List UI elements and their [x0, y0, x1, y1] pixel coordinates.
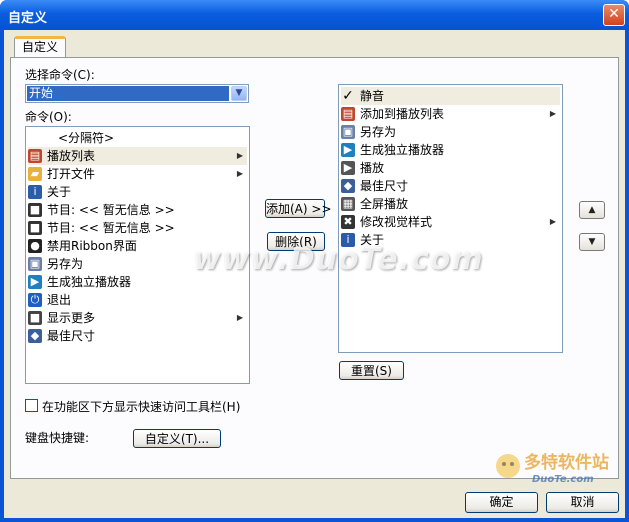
cancel-button[interactable]: 取消 — [546, 492, 619, 513]
list-item-label: 生成独立播放器 — [360, 143, 445, 157]
submenu-arrow-icon: ▶ — [236, 151, 243, 160]
tab-panel: 选择命令(C): 开始 ▼ 命令(O): <分隔符> ▤ 播放列表 ▶ ▰ 打开文件 ▶ i 关… — [10, 57, 619, 479]
show-below-ribbon-checkbox[interactable] — [25, 399, 38, 412]
list-item-label: 另存为 — [47, 257, 84, 271]
move-up-button[interactable]: ▲ — [579, 201, 605, 219]
chevron-down-icon[interactable]: ▼ — [231, 86, 247, 101]
list-item[interactable]: ■ 显示更多 ▶ — [28, 309, 247, 327]
choose-command-label: 选择命令(C): — [25, 68, 95, 82]
list-item[interactable]: ■ 节目: << 暂无信息 >> — [28, 219, 247, 237]
keyboard-customize-button[interactable]: 自定义(T)... — [133, 429, 221, 448]
list-item-label: 静音 — [360, 89, 385, 103]
duote-logo-text: 多特软件站 — [524, 453, 609, 473]
commands-label: 命令(O): — [25, 110, 72, 124]
save-icon: ▣ — [28, 257, 42, 271]
folder-icon: ▰ — [28, 167, 42, 181]
playlist-icon: ▤ — [28, 149, 42, 163]
list-item-label: 节目: << 暂无信息 >> — [47, 203, 175, 217]
quick-access-list[interactable]: ✓ 静音 ▤ 添加到播放列表 ▶ ▣ 另存为 ▶ 生成独立播放器 ▶ 播放 ◆ 最佳尺寸 ▦ 全屏播放 ✖ 修改… — [338, 84, 563, 353]
duote-logo-sub: DuoTe.com — [532, 474, 594, 485]
keyboard-shortcut-label: 键盘快捷键: — [25, 431, 90, 445]
save-icon: ▣ — [341, 125, 355, 139]
submenu-arrow-icon: ▶ — [549, 109, 556, 118]
duote-logo: 多特软件站 DuoTe.com — [492, 444, 622, 494]
list-item[interactable]: ⏻ 退出 — [28, 291, 247, 309]
submenu-arrow-icon: ▶ — [236, 313, 243, 322]
list-item-label: 全屏播放 — [360, 197, 409, 211]
window-title: 自定义 — [8, 11, 48, 26]
list-item-label: 打开文件 — [47, 167, 96, 181]
show-below-ribbon-label: 在功能区下方显示快速访问工具栏(H) — [42, 400, 241, 414]
list-item-label: 添加到播放列表 — [360, 107, 445, 121]
submenu-arrow-icon: ▶ — [236, 169, 243, 178]
style-icon: ✖ — [341, 215, 355, 229]
list-item-label: 禁用Ribbon界面 — [47, 239, 137, 253]
play-icon: ▶ — [341, 161, 355, 175]
list-item-label: 生成独立播放器 — [47, 275, 132, 289]
list-item-label: 播放列表 — [47, 149, 96, 163]
watermark-text: www.DuoTe.com — [193, 242, 484, 277]
ribbon-icon: ● — [28, 239, 42, 253]
player-icon: ▶ — [341, 143, 355, 157]
move-down-button[interactable]: ▼ — [579, 233, 605, 251]
exit-icon: ⏻ — [28, 293, 42, 307]
list-item-label: 另存为 — [360, 125, 397, 139]
list-item[interactable]: i 关于 — [28, 183, 247, 201]
arrow-down-icon: ▼ — [588, 237, 596, 247]
player-icon: ▶ — [28, 275, 42, 289]
list-item-label: 显示更多 — [47, 311, 96, 325]
title-bar[interactable]: 自定义 ✕ — [0, 0, 629, 30]
more-icon: ■ — [28, 311, 42, 325]
tab-customize[interactable]: 自定义 — [14, 36, 66, 58]
list-item-label: 最佳尺寸 — [360, 179, 409, 193]
list-item-label: <分隔符> — [58, 131, 115, 145]
list-item-label: 修改视觉样式 — [360, 215, 433, 229]
list-item-label: 关于 — [47, 185, 72, 199]
list-item-label: 播放 — [360, 161, 385, 175]
program-icon: ■ — [28, 203, 42, 217]
playlist-icon: ▤ — [341, 107, 355, 121]
list-item[interactable]: ◆ 最佳尺寸 — [28, 327, 247, 345]
list-item[interactable]: ▰ 打开文件 ▶ — [28, 165, 247, 183]
program-icon: ■ — [28, 221, 42, 235]
list-item[interactable]: ✓ 静音 — [341, 87, 560, 105]
info-icon: i — [28, 185, 42, 199]
list-item[interactable]: ▤ 播放列表 ▶ — [28, 147, 247, 165]
list-item[interactable]: <分隔符> — [28, 129, 247, 147]
list-item[interactable]: ▣ 另存为 — [341, 123, 560, 141]
list-item[interactable]: ▦ 全屏播放 — [341, 195, 560, 213]
arrow-up-icon: ▲ — [588, 205, 596, 215]
add-button[interactable]: 添加(A) >> — [265, 199, 332, 218]
size-icon: ◆ — [28, 329, 42, 343]
list-item[interactable]: ▤ 添加到播放列表 ▶ — [341, 105, 560, 123]
check-icon: ✓ — [342, 88, 354, 104]
choose-command-value: 开始 — [27, 86, 229, 101]
close-button[interactable]: ✕ — [603, 4, 625, 26]
size-icon: ◆ — [341, 179, 355, 193]
ok-button[interactable]: 确定 — [465, 492, 538, 513]
list-item-label: 节目: << 暂无信息 >> — [47, 221, 175, 235]
choose-command-select[interactable]: 开始 ▼ — [25, 84, 249, 103]
customize-dialog: 自定义 ✕ 自定义 选择命令(C): 开始 ▼ 命令(O): <分隔符> ▤ 播放列… — [0, 0, 629, 522]
list-item-label: 最佳尺寸 — [47, 329, 96, 343]
list-item[interactable]: ◆ 最佳尺寸 — [341, 177, 560, 195]
reset-button[interactable]: 重置(S) — [339, 361, 404, 380]
list-item[interactable]: ▶ 播放 — [341, 159, 560, 177]
dialog-client: 自定义 选择命令(C): 开始 ▼ 命令(O): <分隔符> ▤ 播放列表 ▶ ▰ 打开文… — [4, 30, 625, 518]
submenu-arrow-icon: ▶ — [549, 217, 556, 226]
fullscreen-icon: ▦ — [341, 197, 355, 211]
list-item[interactable]: ✖ 修改视觉样式 ▶ — [341, 213, 560, 231]
list-item[interactable]: ▶ 生成独立播放器 — [341, 141, 560, 159]
list-item[interactable]: ■ 节目: << 暂无信息 >> — [28, 201, 247, 219]
list-item-label: 退出 — [47, 293, 72, 307]
